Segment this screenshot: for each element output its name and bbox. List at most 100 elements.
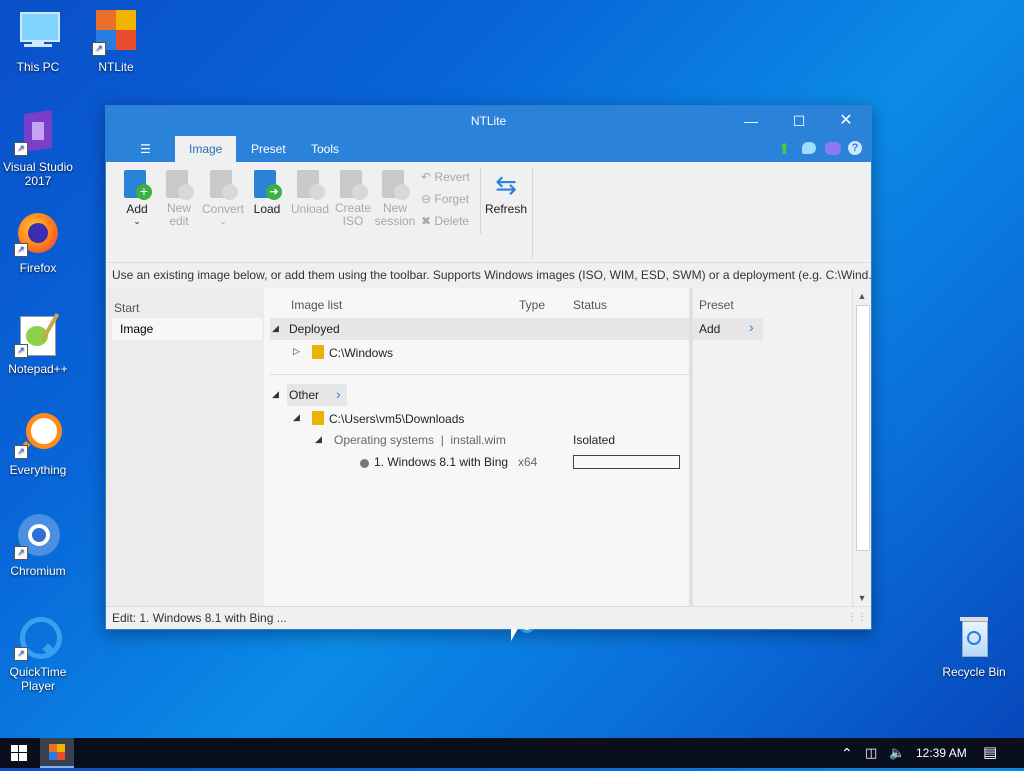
revert-button[interactable]: ↶ Revert bbox=[421, 170, 470, 184]
help-icon[interactable]: ? bbox=[848, 141, 862, 155]
ribbon-toolbar: + Add ⌄ New edit Convert ⌄ ➜ Load Unload… bbox=[106, 162, 871, 262]
desktop-icon-ntlite[interactable]: ↗ NTLite bbox=[80, 8, 152, 74]
desktop-icon-everything[interactable]: ↗ Everything bbox=[2, 411, 74, 477]
add-button[interactable]: + Add ⌄ bbox=[120, 170, 154, 227]
tree-row-label: C:\Windows bbox=[312, 345, 393, 360]
computer-icon bbox=[14, 8, 62, 56]
windows-logo-icon bbox=[11, 745, 27, 761]
image-name: 1. Windows 8.1 with Bing bbox=[374, 455, 509, 469]
maximize-button[interactable]: ☐ bbox=[776, 106, 822, 136]
discord-icon[interactable] bbox=[825, 142, 841, 155]
create-iso-button[interactable]: Create ISO bbox=[334, 170, 372, 228]
chevron-down-icon: ⌄ bbox=[219, 216, 227, 226]
desktop-icon-label: This PC bbox=[16, 60, 60, 74]
tree-row-image[interactable]: 1. Windows 8.1 with Bing x64 bbox=[264, 451, 689, 473]
scroll-thumb[interactable] bbox=[856, 305, 870, 551]
tab-image[interactable]: Image bbox=[175, 136, 237, 162]
desktop-icon-visual-studio[interactable]: ↗ Visual Studio 2017 bbox=[2, 108, 74, 188]
image-list-pane: Image list Type Status ◢ Deployed ▷ C:\W… bbox=[264, 288, 689, 641]
resize-grip-icon[interactable]: ⋮⋮ bbox=[847, 607, 867, 629]
add-label: Add bbox=[126, 202, 148, 216]
delete-label: Delete bbox=[434, 214, 470, 228]
tab-tools[interactable]: Tools bbox=[297, 136, 353, 162]
desktop-icon-recycle-bin[interactable]: Recycle Bin bbox=[938, 613, 1010, 679]
notification-center-icon[interactable]: ▤ bbox=[983, 738, 997, 768]
refresh-button[interactable]: ⇆ Refresh bbox=[484, 170, 528, 216]
close-button[interactable]: ✕ bbox=[823, 106, 869, 136]
group-label: Deployed bbox=[289, 322, 340, 336]
path-text: C:\Windows bbox=[329, 346, 394, 360]
collapse-triangle-icon[interactable]: ◢ bbox=[272, 323, 279, 334]
os-group-label: Operating systems | install.wim bbox=[334, 433, 506, 447]
refresh-icon: ⇆ bbox=[495, 170, 517, 200]
load-button[interactable]: ➜ Load bbox=[250, 170, 284, 216]
notepad-plus-plus-icon: ↗ bbox=[14, 310, 62, 358]
add-image-icon: + bbox=[122, 170, 152, 200]
convert-button[interactable]: Convert ⌄ bbox=[200, 170, 246, 227]
twitter-icon[interactable] bbox=[802, 142, 816, 154]
delete-button[interactable]: ✖ Delete bbox=[421, 214, 469, 228]
collapse-triangle-icon[interactable]: ◢ bbox=[272, 389, 279, 400]
desktop-icon-label: Everything bbox=[9, 463, 67, 477]
chevron-right-icon[interactable]: › bbox=[336, 386, 341, 402]
desktop-icon-notepadpp[interactable]: ↗ Notepad++ bbox=[2, 310, 74, 376]
group-deployed[interactable]: ◢ Deployed bbox=[270, 318, 689, 340]
expand-triangle-icon[interactable]: ▷ bbox=[293, 346, 300, 357]
update-arrow-icon[interactable]: ⬆ bbox=[778, 140, 791, 158]
group-other[interactable]: ◢ Other › bbox=[270, 384, 350, 406]
scroll-down-icon[interactable]: ▼ bbox=[853, 590, 871, 606]
desktop-icon-chromium[interactable]: ↗ Chromium bbox=[2, 512, 74, 578]
desktop-icon-this-pc[interactable]: This PC bbox=[2, 8, 74, 74]
image-progress-bar bbox=[573, 455, 680, 469]
convert-icon bbox=[208, 170, 238, 200]
nav-item-label: Image bbox=[120, 322, 154, 336]
taskbar-ntlite-button[interactable] bbox=[40, 738, 74, 768]
new-edit-button[interactable]: New edit bbox=[162, 170, 196, 228]
desktop-icon-label: QuickTime Player bbox=[9, 665, 67, 693]
desktop-icon-quicktime[interactable]: ↗ QuickTime Player bbox=[2, 613, 74, 693]
start-button[interactable] bbox=[0, 738, 38, 768]
title-bar[interactable]: NTLite — ☐ ✕ bbox=[106, 106, 871, 136]
section-separator bbox=[270, 374, 689, 375]
clock[interactable]: 12:39 AM bbox=[916, 738, 967, 768]
quicktime-icon: ↗ bbox=[14, 613, 62, 661]
volume-muted-icon[interactable]: 🔈 bbox=[889, 738, 905, 768]
tab-preset[interactable]: Preset bbox=[237, 136, 300, 162]
recycle-bin-icon bbox=[950, 613, 998, 661]
minimize-button[interactable]: — bbox=[728, 106, 774, 136]
nav-item-image[interactable]: Image bbox=[112, 318, 262, 340]
desktop-icon-label: Recycle Bin bbox=[942, 665, 1006, 679]
hamburger-menu-icon[interactable]: ☰ bbox=[126, 136, 165, 162]
forget-label: Forget bbox=[434, 192, 470, 206]
vertical-scrollbar[interactable]: ▲ ▼ bbox=[852, 288, 871, 606]
preset-add-button[interactable]: Add › bbox=[693, 318, 763, 340]
desktop-icon-firefox[interactable]: ↗ Firefox bbox=[2, 209, 74, 275]
tree-row-windows[interactable]: ▷ C:\Windows bbox=[264, 341, 689, 363]
collapse-triangle-icon[interactable]: ◢ bbox=[293, 412, 300, 423]
new-edit-label: New edit bbox=[166, 201, 191, 228]
tree-row-os-group[interactable]: ◢ Operating systems | install.wim Isolat… bbox=[264, 429, 689, 451]
image-type: x64 bbox=[518, 455, 538, 469]
content-area: Start Image Image list Type Status ◢ Dep… bbox=[106, 288, 871, 641]
ntlite-icon bbox=[49, 744, 65, 760]
new-session-icon bbox=[380, 170, 410, 200]
scroll-up-icon[interactable]: ▲ bbox=[853, 288, 871, 304]
network-icon[interactable]: ◫ bbox=[865, 738, 877, 768]
new-session-button[interactable]: New session bbox=[374, 170, 416, 228]
ribbon-divider bbox=[480, 168, 481, 234]
show-hidden-icons-chevron-up-icon[interactable]: ⌃ bbox=[841, 738, 853, 768]
undo-icon: ↶ bbox=[421, 170, 432, 184]
preset-add-label: Add bbox=[699, 322, 721, 336]
menu-bar: ☰ Image Preset Tools ⬆ ? bbox=[106, 136, 871, 162]
column-image-list[interactable]: Image list bbox=[291, 298, 342, 312]
collapse-triangle-icon[interactable]: ◢ bbox=[315, 434, 322, 445]
tree-row-downloads[interactable]: ◢ C:\Users\vm5\Downloads bbox=[264, 407, 689, 429]
new-edit-icon bbox=[164, 170, 194, 200]
column-status[interactable]: Status bbox=[573, 298, 607, 312]
forget-button[interactable]: ⊖ Forget bbox=[421, 192, 469, 206]
desktop-icon-label: NTLite bbox=[98, 60, 134, 74]
unload-button[interactable]: Unload bbox=[290, 170, 330, 216]
ntlite-window: NTLite — ☐ ✕ ☰ Image Preset Tools ⬆ ? + … bbox=[105, 105, 872, 641]
status-bar: Edit: 1. Windows 8.1 with Bing ... ⋮⋮ bbox=[106, 606, 871, 629]
column-type[interactable]: Type bbox=[519, 298, 545, 312]
